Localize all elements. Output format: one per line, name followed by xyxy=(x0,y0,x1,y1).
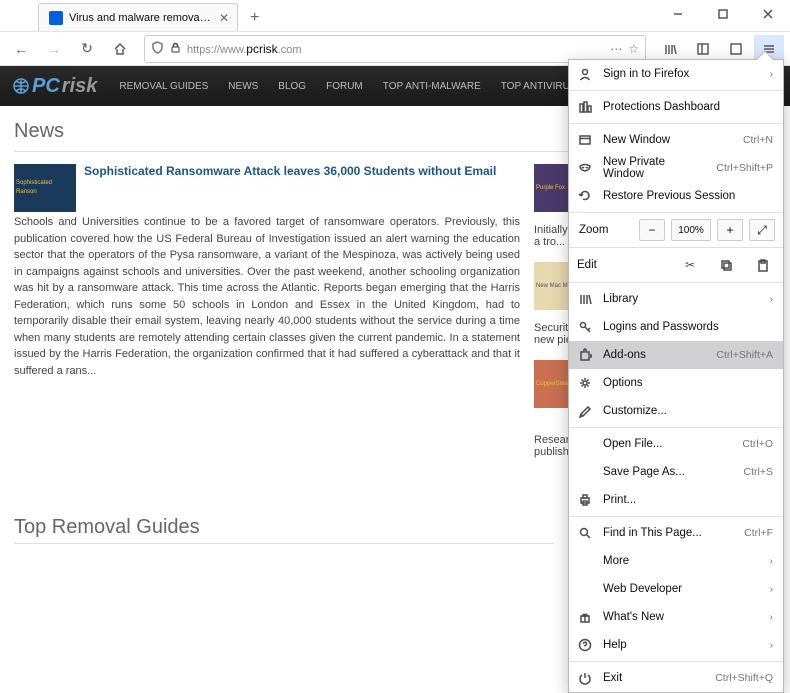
menu-new-window[interactable]: New WindowCtrl+N xyxy=(569,126,783,154)
window-minimize-button[interactable] xyxy=(655,0,700,28)
copy-button[interactable] xyxy=(713,254,739,276)
menu-logins[interactable]: Logins and Passwords xyxy=(569,313,783,341)
window-close-button[interactable] xyxy=(745,0,790,28)
menu-open-file[interactable]: Open File...Ctrl+O xyxy=(569,430,783,458)
chevron-right-icon: › xyxy=(770,294,773,305)
print-icon xyxy=(577,492,593,508)
article-body: Schools and Universities continue to be … xyxy=(14,216,520,377)
menu-protections[interactable]: Protections Dashboard xyxy=(569,93,783,121)
gift-icon xyxy=(577,609,593,625)
menu-customize[interactable]: Customize... xyxy=(569,397,783,425)
zoom-value[interactable]: 100% xyxy=(671,219,711,241)
logo-text-pc: PC xyxy=(32,75,60,98)
menu-find[interactable]: Find in This Page...Ctrl+F xyxy=(569,519,783,547)
nav-news[interactable]: NEWS xyxy=(218,81,268,92)
window-maximize-button[interactable] xyxy=(700,0,745,28)
lock-icon xyxy=(170,42,181,56)
tab-close-icon[interactable]: ✕ xyxy=(219,11,229,25)
tab-title: Virus and malware removal ins xyxy=(69,12,213,24)
bookmark-star-icon[interactable]: ☆ xyxy=(628,42,639,56)
reload-button[interactable]: ↻ xyxy=(72,35,102,63)
zoom-in-button[interactable]: + xyxy=(717,219,743,241)
restore-icon xyxy=(577,188,593,204)
menu-edit-row: Edit ✂ xyxy=(569,250,783,280)
menu-more[interactable]: More› xyxy=(569,547,783,575)
nav-forum[interactable]: FORUM xyxy=(316,81,373,92)
puzzle-icon xyxy=(577,347,593,363)
logo-text-risk: risk xyxy=(62,75,98,98)
nav-anti-malware[interactable]: TOP ANTI-MALWARE xyxy=(373,81,491,92)
library-icon xyxy=(577,291,593,307)
cut-button[interactable]: ✂ xyxy=(677,254,703,276)
edit-label: Edit xyxy=(577,259,667,271)
fullscreen-button[interactable]: ⤢ xyxy=(749,219,775,241)
chevron-right-icon: › xyxy=(770,612,773,623)
page-actions-icon[interactable]: ⋯ xyxy=(610,42,622,56)
home-button[interactable] xyxy=(105,35,135,63)
browser-tab[interactable]: Virus and malware removal ins ✕ xyxy=(38,3,238,31)
help-icon xyxy=(577,637,593,653)
mask-icon xyxy=(577,160,593,176)
top-removal-guides-heading: Top Removal Guides xyxy=(14,516,554,544)
menu-whats-new[interactable]: What's New› xyxy=(569,603,783,631)
key-icon xyxy=(577,319,593,335)
back-button[interactable]: ← xyxy=(6,35,36,63)
menu-exit[interactable]: ExitCtrl+Shift+Q xyxy=(569,664,783,692)
menu-sign-in[interactable]: Sign in to Firefox› xyxy=(569,60,783,88)
chevron-right-icon: › xyxy=(770,556,773,567)
user-icon xyxy=(577,66,593,82)
menu-zoom-row: Zoom − 100% + ⤢ xyxy=(569,215,783,245)
zoom-out-button[interactable]: − xyxy=(639,219,665,241)
shield-icon xyxy=(151,41,164,57)
chevron-right-icon: › xyxy=(770,69,773,80)
forward-button[interactable]: → xyxy=(39,35,69,63)
favicon-icon xyxy=(49,11,63,25)
site-logo[interactable]: PCrisk xyxy=(0,75,109,98)
menu-new-private-window[interactable]: New Private WindowCtrl+Shift+P xyxy=(569,154,783,182)
menu-print[interactable]: Print... xyxy=(569,486,783,514)
nav-removal-guides[interactable]: REMOVAL GUIDES xyxy=(109,81,218,92)
nav-blog[interactable]: BLOG xyxy=(268,81,316,92)
menu-help[interactable]: Help› xyxy=(569,631,783,659)
search-icon xyxy=(577,525,593,541)
chevron-right-icon: › xyxy=(770,640,773,651)
dashboard-icon xyxy=(577,99,593,115)
chevron-right-icon: › xyxy=(770,584,773,595)
new-tab-button[interactable]: + xyxy=(242,5,267,31)
article-title[interactable]: Sophisticated Ransomware Attack leaves 3… xyxy=(84,164,496,212)
window-titlebar: Virus and malware removal ins ✕ + xyxy=(0,0,790,32)
power-icon xyxy=(577,670,593,686)
menu-options[interactable]: Options xyxy=(569,369,783,397)
menu-addons[interactable]: Add-onsCtrl+Shift+A xyxy=(569,341,783,369)
zoom-label: Zoom xyxy=(577,224,633,236)
paste-button[interactable] xyxy=(749,254,775,276)
article-thumbnail[interactable]: Sophisticated Ranson xyxy=(14,164,76,212)
window-icon xyxy=(577,132,593,148)
menu-library[interactable]: Library› xyxy=(569,285,783,313)
gear-icon xyxy=(577,375,593,391)
menu-save-page[interactable]: Save Page As...Ctrl+S xyxy=(569,458,783,486)
menu-web-developer[interactable]: Web Developer› xyxy=(569,575,783,603)
firefox-app-menu: Sign in to Firefox› Protections Dashboar… xyxy=(568,59,784,693)
globe-icon xyxy=(12,77,30,95)
menu-restore-session[interactable]: Restore Previous Session xyxy=(569,182,783,210)
url-text: https://www.pcrisk.com xyxy=(187,42,301,56)
paint-icon xyxy=(577,403,593,419)
